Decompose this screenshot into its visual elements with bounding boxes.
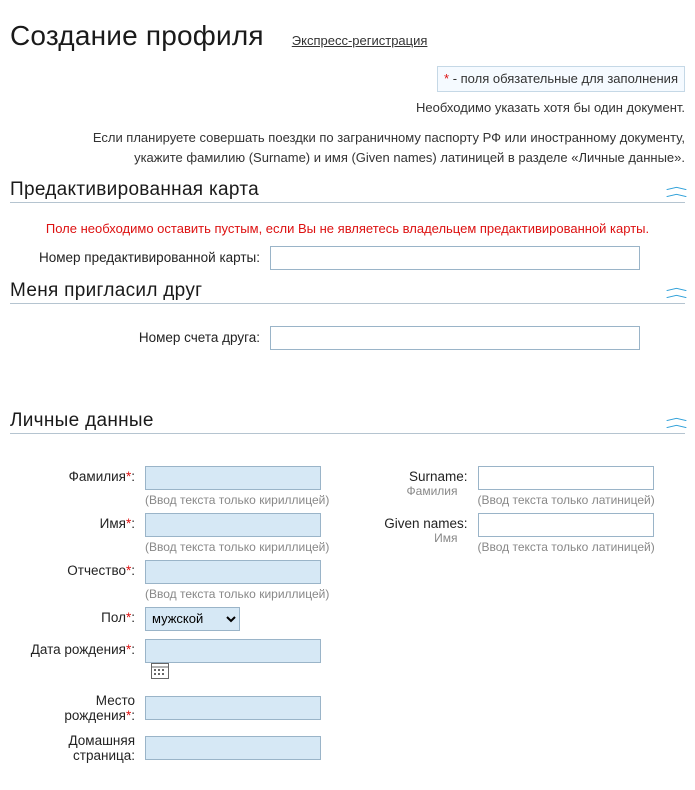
preamble-block: * - поля обязательные для заполнения Нео… <box>10 66 685 169</box>
surname-en-label: Surname: <box>358 466 468 484</box>
section-title-personal: Личные данные <box>10 410 154 432</box>
surname-en-hint: (Ввод текста только латиницей) <box>478 493 686 507</box>
surname-ru-hint: (Ввод текста только кириллицей) <box>145 493 338 507</box>
precard-warning: Поле необходимо оставить пустым, если Вы… <box>10 221 685 236</box>
patronymic-hint: (Ввод текста только кириллицей) <box>145 587 338 601</box>
patronymic-input[interactable] <box>145 560 321 584</box>
surname-ru-label: Фамилия <box>69 469 126 484</box>
colon: : <box>131 516 135 531</box>
pob-label-1: Место <box>96 693 135 708</box>
express-registration-link[interactable]: Экспресс-регистрация <box>292 33 428 48</box>
required-fields-badge: * - поля обязательные для заполнения <box>437 66 685 92</box>
gender-select[interactable]: мужской <box>145 607 240 631</box>
section-header-personal: Личные данные ︿︿ <box>10 410 685 434</box>
pob-input[interactable] <box>145 696 321 720</box>
section-header-friend: Меня пригласил друг ︿︿ <box>10 280 685 304</box>
surname-ru-input[interactable] <box>145 466 321 490</box>
name-ru-label: Имя <box>100 516 126 531</box>
colon: : <box>131 469 135 484</box>
precard-number-label: Номер предактивированной карты: <box>10 250 270 265</box>
colon: : <box>131 748 135 763</box>
name-ru-input[interactable] <box>145 513 321 537</box>
friend-account-input[interactable] <box>270 326 640 350</box>
pob-label-2: рождения <box>64 708 126 723</box>
givennames-en-hint: (Ввод текста только латиницей) <box>478 540 686 554</box>
page-title: Создание профиля <box>10 20 264 52</box>
atleast-one-doc: Необходимо указать хотя бы один документ… <box>416 100 685 115</box>
required-text: - поля обязательные для заполнения <box>449 71 678 86</box>
precard-number-input[interactable] <box>270 246 640 270</box>
colon: : <box>131 610 135 625</box>
section-title-precard: Предактивированная карта <box>10 179 259 201</box>
dob-label: Дата рождения <box>31 642 126 657</box>
gender-label: Пол <box>101 610 126 625</box>
homepage-label-2: страница <box>73 748 131 763</box>
foreign-note-line2: укажите фамилию (Surname) и имя (Given n… <box>134 150 685 165</box>
givennames-en-sublabel: Имя <box>358 531 468 545</box>
surname-en-sublabel: Фамилия <box>358 484 468 498</box>
calendar-icon[interactable] <box>151 663 169 684</box>
collapse-icon[interactable]: ︿︿ <box>669 183 685 197</box>
colon: : <box>131 708 135 723</box>
colon: : <box>131 642 135 657</box>
collapse-icon[interactable]: ︿︿ <box>669 284 685 298</box>
foreign-note-line1: Если планируете совершать поездки по заг… <box>93 130 685 145</box>
collapse-icon[interactable]: ︿︿ <box>669 414 685 428</box>
surname-en-input[interactable] <box>478 466 654 490</box>
givennames-en-label: Given names: <box>358 513 468 531</box>
name-ru-hint: (Ввод текста только кириллицей) <box>145 540 338 554</box>
patronymic-label: Отчество <box>67 563 126 578</box>
givennames-en-input[interactable] <box>478 513 654 537</box>
homepage-input[interactable] <box>145 736 321 760</box>
section-header-precard: Предактивированная карта ︿︿ <box>10 179 685 203</box>
section-title-friend: Меня пригласил друг <box>10 280 202 302</box>
dob-input[interactable] <box>145 639 321 663</box>
homepage-label-1: Домашняя <box>69 733 136 748</box>
colon: : <box>131 563 135 578</box>
friend-account-label: Номер счета друга: <box>10 330 270 345</box>
